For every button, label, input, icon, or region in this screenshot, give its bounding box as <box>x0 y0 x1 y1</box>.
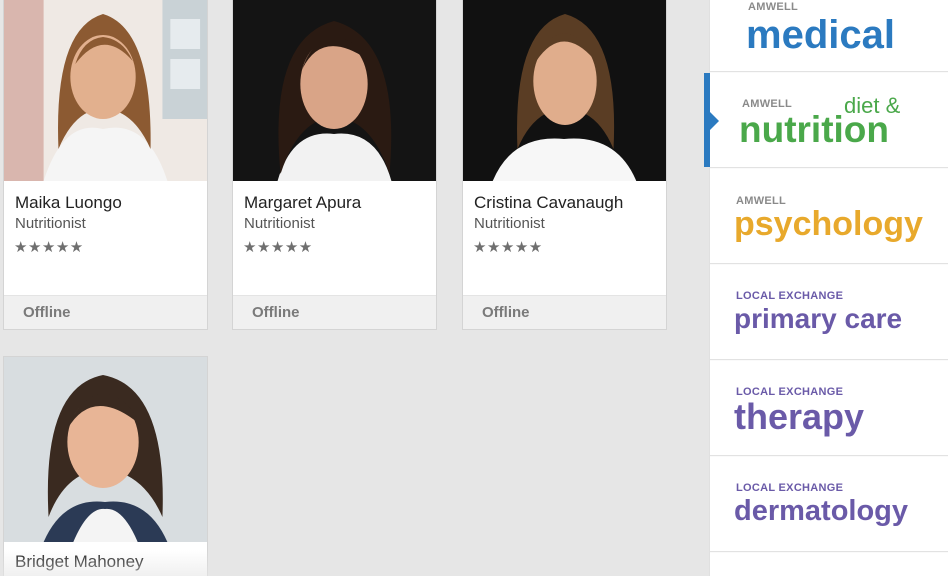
service-diet-nutrition[interactable]: AMWELL diet & nutrition <box>704 73 948 168</box>
provider-role: Nutritionist <box>15 215 86 232</box>
service-next-partial[interactable] <box>710 553 948 576</box>
service-sidebar: AMWELL medical AMWELL diet & nutrition A… <box>704 0 948 576</box>
provider-photo <box>233 0 436 181</box>
provider-card-cristina-cavanaugh[interactable]: Cristina Cavanaugh Nutritionist ★★★★★ Of… <box>462 0 667 330</box>
service-psychology[interactable]: AMWELL psychology <box>710 169 948 264</box>
status-label: Offline <box>4 295 207 329</box>
service-brand: LOCAL EXCHANGE <box>736 290 844 302</box>
service-medical[interactable]: AMWELL medical <box>710 0 948 72</box>
service-dermatology[interactable]: LOCAL EXCHANGE dermatology <box>710 457 948 552</box>
provider-card-margaret-apura[interactable]: Margaret Apura Nutritionist ★★★★★ Offlin… <box>232 0 437 330</box>
service-name: dermatology <box>734 495 909 527</box>
service-brand: AMWELL <box>748 1 799 13</box>
provider-role: Nutritionist <box>244 215 315 232</box>
provider-card-maika-luongo[interactable]: Maika Luongo Nutritionist ★★★★★ Offline <box>3 0 208 330</box>
provider-photo <box>463 0 666 181</box>
provider-name: Margaret Apura <box>244 193 362 212</box>
star-rating: ★★★★★ <box>243 239 313 256</box>
status-label: Offline <box>463 295 666 329</box>
service-primary-care[interactable]: LOCAL EXCHANGE primary care <box>710 265 948 360</box>
service-name: therapy <box>734 396 865 437</box>
provider-name: Bridget Mahoney <box>15 552 144 571</box>
provider-role: Nutritionist <box>474 215 545 232</box>
provider-name: Maika Luongo <box>15 193 122 212</box>
service-name: primary care <box>734 303 903 334</box>
provider-name: Cristina Cavanaugh <box>474 193 624 212</box>
service-name: medical <box>746 13 895 57</box>
provider-photo <box>4 0 207 181</box>
provider-card-bridget-mahoney[interactable]: Bridget Mahoney <box>3 356 208 576</box>
star-rating: ★★★★★ <box>14 239 84 256</box>
service-name: nutrition <box>739 109 890 150</box>
service-name: psychology <box>734 205 923 243</box>
provider-photo <box>4 357 207 542</box>
service-therapy[interactable]: LOCAL EXCHANGE therapy <box>710 361 948 456</box>
status-label: Offline <box>233 295 436 329</box>
star-rating: ★★★★★ <box>473 239 543 256</box>
service-brand: LOCAL EXCHANGE <box>736 482 844 494</box>
